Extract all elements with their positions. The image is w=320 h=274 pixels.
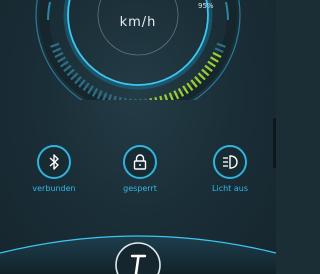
gauge-segment (107, 94, 113, 100)
gauge-segment-active (163, 94, 169, 100)
light-status-label: Licht aus (212, 184, 248, 193)
gauge-segment-active (149, 97, 152, 100)
gauge-segment-active (159, 95, 163, 100)
bluetooth-control[interactable]: verbunden (19, 145, 89, 193)
gauge-segment (118, 96, 122, 100)
lock-icon (133, 154, 147, 170)
lock-status-label: gesperrt (123, 184, 157, 193)
side-handle (273, 118, 276, 168)
app-screen: km/h 95% verbunden gesperrt Licht aus (0, 0, 276, 274)
gauge-inner-ring (67, 0, 209, 86)
headlight-icon (223, 155, 238, 169)
speed-unit-label: km/h (119, 15, 157, 30)
gauge-glow-ring (63, 0, 213, 90)
bluetooth-button[interactable] (37, 145, 71, 179)
battery-percent: 95% (198, 2, 214, 10)
lock-button[interactable] (123, 145, 157, 179)
light-control[interactable]: Licht aus (195, 145, 265, 193)
bluetooth-icon (49, 154, 59, 170)
gauge-segment (129, 98, 132, 100)
gauge-segment (124, 97, 127, 100)
gauge-segment (113, 95, 117, 100)
gauge-segment-active (154, 96, 158, 100)
bottom-panel (0, 235, 276, 274)
lock-control[interactable]: gesperrt (105, 145, 175, 193)
gauge-segment (144, 98, 147, 100)
bluetooth-status-label: verbunden (32, 184, 76, 193)
light-button[interactable] (213, 145, 247, 179)
